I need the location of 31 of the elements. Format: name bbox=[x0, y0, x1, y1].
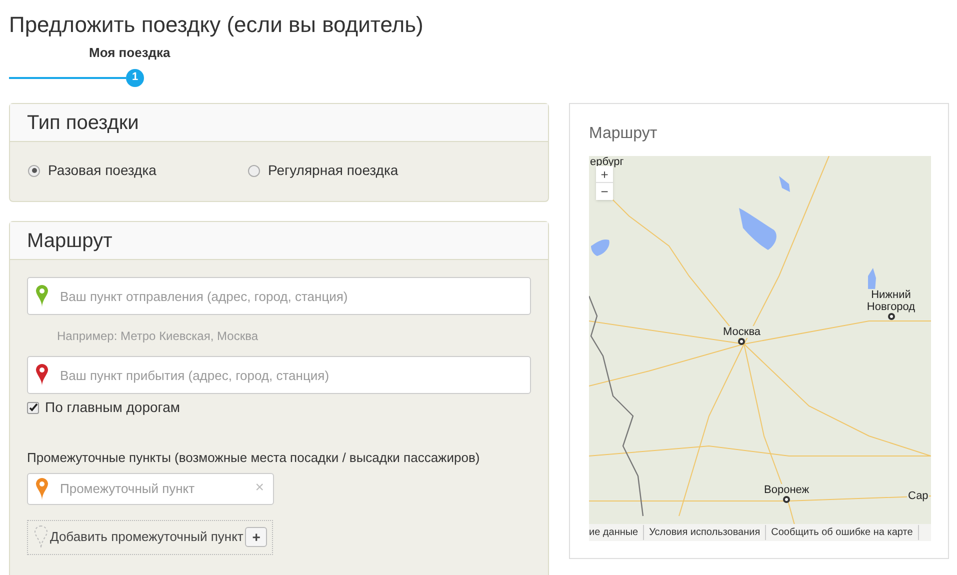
radio-option[interactable]: Разовая поездка bbox=[28, 160, 248, 181]
map-title: Маршрут bbox=[589, 124, 658, 144]
radio-label: Регулярная поездка bbox=[268, 161, 398, 180]
map-footer-link[interactable]: Условия использования bbox=[644, 525, 766, 540]
pin-outline-icon bbox=[34, 525, 48, 549]
main-roads-option[interactable]: По главным дорогам bbox=[27, 397, 531, 418]
radio-button[interactable] bbox=[248, 164, 260, 176]
city-label: ербург bbox=[589, 156, 625, 168]
map-footer-link[interactable]: ие данные bbox=[589, 525, 644, 540]
add-waypoint-button[interactable]: + bbox=[245, 527, 268, 547]
map-footer-link[interactable]: Сообщить об ошибке на карте bbox=[766, 525, 919, 540]
zoom-out-button[interactable]: − bbox=[596, 183, 613, 200]
city-label: Москва bbox=[722, 326, 762, 338]
zoom-in-button[interactable]: + bbox=[596, 166, 613, 183]
checkbox-label: По главным дорогам bbox=[45, 398, 180, 417]
card-title: Тип поездки bbox=[27, 110, 139, 136]
card-title: Маршрут bbox=[27, 228, 112, 254]
location-field[interactable]: Ваш пункт прибытия (адрес, город, станция) bbox=[27, 356, 531, 394]
waypoints-label: Промежуточные пункты (возможные места посадки / высадки пассажиров) bbox=[27, 449, 481, 467]
radio-label: Разовая поездка bbox=[48, 161, 156, 180]
checkbox[interactable] bbox=[27, 402, 39, 414]
add-waypoint-label: Добавить промежуточный пункт bbox=[50, 528, 244, 546]
radio-button[interactable] bbox=[28, 164, 40, 176]
field-hint: Например: Метро Киевская, Москва bbox=[56, 328, 259, 345]
location-field[interactable]: Ваш пункт отправления (адрес, город, станция) bbox=[27, 277, 531, 315]
city-label: Сар bbox=[907, 490, 930, 502]
step-label: Моя поездка bbox=[88, 44, 172, 62]
city-label: Воронеж bbox=[763, 484, 810, 496]
radio-option[interactable]: Регулярная поездка bbox=[248, 160, 468, 181]
page-title: Предложить поездку (если вы водитель) bbox=[8, 11, 424, 39]
map-view[interactable]: ербург Москва Нижний Новгород Воронеж Сар + − ие данные Условия использования Сообщить об ошибке на карте bbox=[589, 156, 931, 541]
